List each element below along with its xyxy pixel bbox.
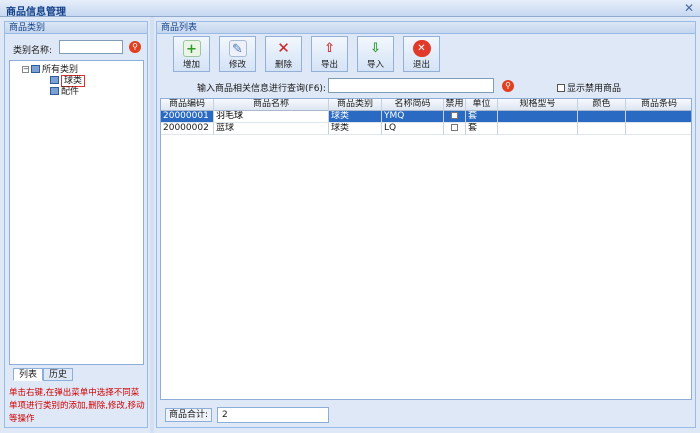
- column-header[interactable]: 商品名称: [214, 99, 329, 111]
- document-icon: [50, 87, 59, 95]
- cell-code: 20000002: [161, 123, 214, 135]
- edit-button[interactable]: ✎ 修改: [219, 36, 256, 72]
- checkbox-icon[interactable]: [451, 112, 458, 119]
- checkbox-icon[interactable]: [451, 124, 458, 131]
- category-tree[interactable]: − 所有类别 球类 配件: [9, 60, 144, 365]
- cell-name: 篮球: [214, 123, 329, 135]
- window-titlebar: 商品信息管理 ✕: [0, 0, 700, 18]
- category-panel: 商品类别 类别名称: ⚲ − 所有类别 球类 配件 列表 历史 单击右键,在弹出菜…: [4, 21, 148, 428]
- cell-abbr: LQ: [382, 123, 444, 135]
- category-panel-header: 商品类别: [5, 22, 147, 34]
- window-title: 商品信息管理: [6, 7, 66, 18]
- search-icon[interactable]: ⚲: [502, 80, 514, 92]
- cell-unit: 套: [466, 123, 498, 135]
- import-button[interactable]: ⇩ 导入: [357, 36, 394, 72]
- tree-node-balls[interactable]: 球类: [48, 75, 86, 87]
- tree-node-label: 所有类别: [42, 65, 79, 75]
- show-disabled-label: 显示禁用商品: [567, 84, 622, 94]
- product-panel-header: 商品列表: [157, 22, 695, 34]
- tree-node-accessories[interactable]: 配件: [48, 87, 79, 98]
- query-input[interactable]: [328, 78, 494, 93]
- folder-icon: [31, 65, 40, 73]
- exit-button[interactable]: ✕ 退出: [403, 36, 440, 72]
- cell-spec: [498, 123, 578, 135]
- cell-barcode: [626, 111, 691, 123]
- add-icon: +: [182, 40, 201, 57]
- cell-category: 球类: [329, 111, 382, 123]
- column-header[interactable]: 商品编码: [161, 99, 214, 111]
- total-value: 2: [217, 407, 329, 423]
- cell-category: 球类: [329, 123, 382, 135]
- delete-button[interactable]: ✕ 删除: [265, 36, 302, 72]
- column-header[interactable]: 名称简码: [382, 99, 444, 111]
- tab-list[interactable]: 列表: [13, 368, 44, 381]
- collapse-icon[interactable]: −: [22, 66, 29, 73]
- product-panel: 商品列表 + 增加 ✎ 修改 ✕ 删除 ⇧ 导出 ⇩ 导入 ✕ 退出 输入商品相…: [156, 21, 696, 428]
- query-label: 输入商品相关信息进行查询(F6):: [197, 84, 326, 94]
- delete-icon: ✕: [277, 39, 290, 57]
- search-icon[interactable]: ⚲: [129, 41, 141, 53]
- grid-header: 商品编码 商品名称 商品类别 名称简码 禁用 单位 规格型号 颜色 商品条码: [161, 99, 691, 111]
- cell-color: [578, 111, 626, 123]
- tree-node-label: 配件: [61, 87, 80, 97]
- cell-name[interactable]: 羽毛球: [214, 111, 329, 123]
- export-button[interactable]: ⇧ 导出: [311, 36, 348, 72]
- cell-abbr: YMQ: [382, 111, 444, 123]
- cell-color: [578, 123, 626, 135]
- column-header[interactable]: 商品类别: [329, 99, 382, 111]
- cell-unit: 套: [466, 111, 498, 123]
- tab-history[interactable]: 历史: [43, 368, 74, 381]
- table-row[interactable]: 20000001 羽毛球 球类 YMQ 套: [161, 111, 691, 123]
- export-icon: ⇧: [324, 41, 335, 56]
- grid-footer: 商品合计: 2: [160, 405, 692, 425]
- cell-disabled[interactable]: [444, 111, 466, 123]
- column-header[interactable]: 商品条码: [626, 99, 691, 111]
- checkbox-icon[interactable]: [557, 84, 565, 92]
- cell-spec: [498, 111, 578, 123]
- column-header[interactable]: 单位: [466, 99, 498, 111]
- panel-splitter[interactable]: [150, 17, 154, 433]
- cell-code: 20000001: [161, 111, 214, 123]
- exit-icon: ✕: [412, 40, 431, 57]
- category-name-input[interactable]: [59, 40, 123, 54]
- column-header[interactable]: 颜色: [578, 99, 626, 111]
- import-icon: ⇩: [370, 41, 381, 56]
- table-row[interactable]: 20000002 篮球 球类 LQ 套: [161, 123, 691, 135]
- cell-disabled[interactable]: [444, 123, 466, 135]
- close-icon[interactable]: ✕: [684, 1, 694, 15]
- cell-barcode: [626, 123, 691, 135]
- left-tabs: 列表 历史: [9, 368, 144, 381]
- category-search-row: 类别名称: ⚲: [9, 40, 149, 56]
- product-grid[interactable]: 商品编码 商品名称 商品类别 名称简码 禁用 单位 规格型号 颜色 商品条码 2…: [160, 98, 692, 400]
- window-body: 商品类别 类别名称: ⚲ − 所有类别 球类 配件 列表 历史 单击右键,在弹出菜…: [0, 17, 700, 433]
- help-hint: 单击右键,在弹出菜单中选择不同菜单项进行类别的添加,删除,修改,移动等操作: [9, 388, 145, 424]
- document-icon: [50, 76, 59, 84]
- category-name-label: 类别名称:: [13, 46, 53, 56]
- show-disabled-checkbox[interactable]: 显示禁用商品: [557, 81, 621, 94]
- column-header[interactable]: 禁用: [444, 99, 466, 111]
- column-header[interactable]: 规格型号: [498, 99, 578, 111]
- total-label: 商品合计:: [165, 408, 213, 422]
- edit-icon: ✎: [228, 40, 247, 57]
- tree-node-label: 球类: [61, 75, 86, 87]
- add-button[interactable]: + 增加: [173, 36, 210, 72]
